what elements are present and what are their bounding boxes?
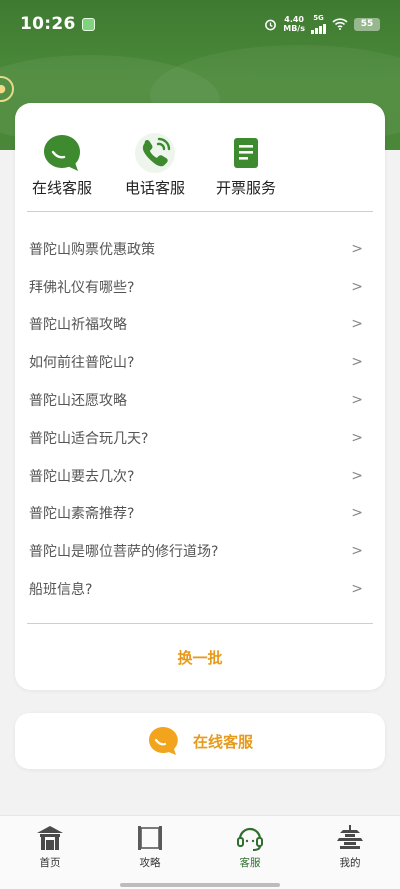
- tab-home[interactable]: 首页: [0, 824, 100, 870]
- quick-actions: 在线客服 电话客服 开票服务: [15, 131, 385, 201]
- phone-service-label: 电话客服: [124, 179, 185, 197]
- temple-icon: [35, 824, 65, 852]
- faq-question: 普陀山要去几次?: [29, 468, 135, 485]
- scroll-icon: [135, 824, 165, 852]
- faq-item[interactable]: 船班信息? >: [15, 570, 385, 608]
- faq-item[interactable]: 普陀山祈福攻略 >: [15, 306, 385, 344]
- faq-question: 普陀山素斋推荐?: [29, 506, 135, 523]
- headset-icon: [235, 824, 265, 852]
- tab-label: 首页: [39, 857, 61, 869]
- document-icon: [224, 131, 268, 175]
- faq-item[interactable]: 普陀山适合玩几天? >: [15, 419, 385, 457]
- tab-label: 客服: [239, 857, 261, 869]
- faq-question: 普陀山购票优惠政策: [29, 241, 155, 258]
- faq-question: 船班信息?: [29, 582, 93, 599]
- phone-service-button[interactable]: 电话客服: [110, 131, 200, 198]
- faq-item[interactable]: 拜佛礼仪有哪些? >: [15, 268, 385, 306]
- faq-item[interactable]: 普陀山购票优惠政策 >: [15, 230, 385, 268]
- status-time: 10:26: [20, 14, 76, 34]
- faq-list: 普陀山购票优惠政策 > 拜佛礼仪有哪些? > 普陀山祈福攻略 > 如何前往普陀山? > …: [15, 230, 385, 608]
- chat-bubble-icon: [40, 131, 84, 175]
- invoice-service-label: 开票服务: [215, 179, 276, 197]
- service-card: 在线客服 电话客服 开票服务 普陀山购票优惠政策 > 拜佛礼仪有哪些? > 普陀…: [15, 103, 385, 690]
- faq-item[interactable]: 普陀山要去几次? >: [15, 457, 385, 495]
- faq-question: 如何前往普陀山?: [29, 355, 135, 372]
- network-speed-unit: MB/s: [283, 24, 305, 33]
- status-bar: 10:26 4.40 MB/s 5G 55: [0, 0, 400, 48]
- bottom-tab-bar: 首页 攻略 客服 我的: [0, 815, 400, 889]
- online-service-button[interactable]: 在线客服: [17, 131, 107, 198]
- faq-item[interactable]: 如何前往普陀山? >: [15, 343, 385, 381]
- alarm-icon: [265, 19, 277, 30]
- online-service-bar-label: 在线客服: [192, 732, 253, 751]
- invoice-service-button[interactable]: 开票服务: [201, 131, 291, 198]
- chevron-right-icon: >: [351, 543, 363, 560]
- signal-icon: [311, 22, 326, 34]
- online-service-label: 在线客服: [31, 179, 92, 197]
- chevron-right-icon: >: [351, 354, 363, 371]
- faq-question: 普陀山是哪位菩萨的修行道场?: [29, 544, 219, 561]
- chevron-right-icon: >: [351, 316, 363, 333]
- network-speed-value: 4.40: [284, 15, 304, 24]
- chevron-right-icon: >: [351, 467, 363, 484]
- phone-icon: [133, 131, 177, 175]
- faq-question: 普陀山还愿攻略: [29, 393, 127, 410]
- pagoda-icon: [335, 824, 365, 852]
- chat-bubble-icon: [147, 725, 183, 757]
- faq-item[interactable]: 普陀山还愿攻略 >: [15, 381, 385, 419]
- tab-guide[interactable]: 攻略: [100, 824, 200, 870]
- refresh-questions-button[interactable]: 换一批: [15, 647, 385, 668]
- tab-mine[interactable]: 我的: [300, 824, 400, 870]
- tab-label: 攻略: [139, 857, 161, 869]
- tab-customer-service[interactable]: 客服: [200, 824, 300, 870]
- chevron-right-icon: >: [351, 278, 363, 295]
- divider: [27, 211, 373, 212]
- chevron-right-icon: >: [351, 581, 363, 598]
- divider: [27, 623, 373, 624]
- faq-question: 普陀山适合玩几天?: [29, 430, 149, 447]
- network-type: 5G: [313, 14, 324, 22]
- battery-icon: 55: [354, 17, 380, 31]
- tab-label: 我的: [339, 857, 361, 869]
- online-service-bar-button[interactable]: 在线客服: [15, 713, 385, 769]
- chevron-right-icon: >: [351, 429, 363, 446]
- battery-level: 55: [360, 18, 374, 29]
- wifi-icon: [332, 18, 348, 30]
- faq-question: 拜佛礼仪有哪些?: [29, 279, 135, 296]
- faq-item[interactable]: 普陀山是哪位菩萨的修行道场? >: [15, 532, 385, 570]
- app-notification-icon: [81, 17, 95, 31]
- network-speed: 4.40 MB/s: [283, 15, 305, 33]
- chevron-right-icon: >: [351, 505, 363, 522]
- chevron-right-icon: >: [351, 240, 363, 257]
- faq-question: 普陀山祈福攻略: [29, 317, 127, 334]
- chevron-right-icon: >: [351, 392, 363, 409]
- faq-item[interactable]: 普陀山素斋推荐? >: [15, 495, 385, 533]
- home-indicator: [120, 883, 280, 887]
